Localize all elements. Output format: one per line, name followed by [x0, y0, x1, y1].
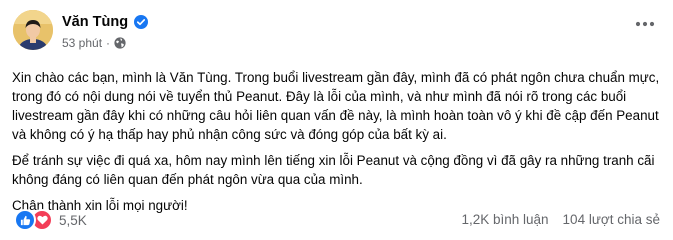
facebook-post: Văn Tùng 53 phút · Xin chào các bạn, mìn… [0, 0, 673, 240]
verified-badge-icon [134, 15, 149, 29]
engagement-stats: 1,2K bình luận 104 lượt chia sẻ [461, 212, 660, 227]
reactions-summary[interactable]: 5,5K [14, 209, 87, 231]
more-options-button[interactable] [631, 14, 659, 34]
post-paragraph: Để tránh sự việc đi quá xa, hôm nay mình… [12, 153, 655, 187]
reaction-count[interactable]: 5,5K [59, 213, 87, 228]
meta-separator: · [106, 36, 111, 50]
avatar-image [13, 10, 53, 50]
more-options-icon [635, 21, 655, 27]
post-meta: 53 phút · [62, 36, 126, 50]
author-name[interactable]: Văn Tùng [62, 14, 128, 30]
author-row: Văn Tùng [62, 14, 149, 30]
author-avatar[interactable] [13, 10, 53, 50]
post-paragraph: Xin chào các bạn, mình là Văn Tùng. Tron… [12, 70, 660, 142]
globe-icon[interactable] [114, 37, 126, 49]
post-body: Xin chào các bạn, mình là Văn Tùng. Tron… [12, 68, 667, 222]
like-reaction-icon [14, 209, 36, 231]
shares-count[interactable]: 104 lượt chia sẻ [563, 212, 660, 227]
post-timestamp[interactable]: 53 phút [62, 36, 102, 50]
comments-count[interactable]: 1,2K bình luận [461, 212, 548, 227]
